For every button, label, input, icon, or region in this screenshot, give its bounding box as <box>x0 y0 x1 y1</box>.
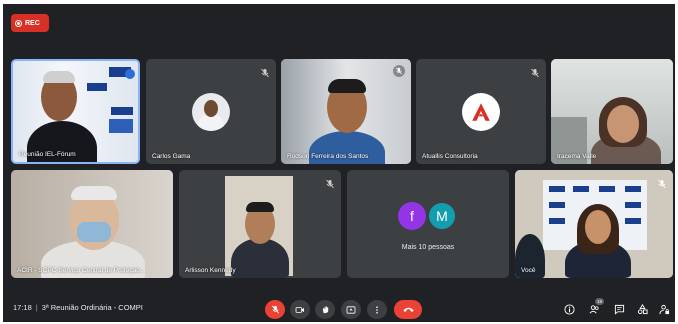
banner-logo <box>111 107 133 115</box>
mic-off-icon <box>271 305 279 314</box>
participant-name: Você <box>521 267 536 274</box>
more-participants-label: Mais 10 pessoas <box>401 244 455 251</box>
meet-window: REC Reunião IEL-Fórum Carlos Gama Rodson… <box>3 4 675 322</box>
camera-icon <box>295 306 304 313</box>
bottom-control-bar: 17:18 | 3ª Reunião Ordinária - COMPI 19 <box>3 297 675 322</box>
participant-tile-iel-forum[interactable]: Reunião IEL-Fórum <box>11 59 140 164</box>
participant-tile-acir[interactable]: ACIR - SCPC-Serviço Central de Proteçao.… <box>11 170 173 278</box>
mic-off-icon <box>260 65 270 78</box>
banner-logo <box>549 202 565 208</box>
more-vert-icon <box>376 305 378 314</box>
participant-hair <box>328 79 366 93</box>
participant-tile-atuallis[interactable]: Atuallis Consultoria <box>416 59 546 164</box>
participant-name: Arlisson Kennedy <box>185 267 236 274</box>
participant-video-body <box>231 238 289 278</box>
avatar-head <box>204 100 218 117</box>
more-options-button[interactable] <box>367 300 387 319</box>
record-icon <box>15 19 22 27</box>
participant-hair <box>71 186 117 200</box>
participant-avatar-m: M <box>428 202 456 230</box>
self-view-tile[interactable]: Você <box>515 170 673 278</box>
banner-logo <box>625 186 641 192</box>
recording-badge[interactable]: REC <box>11 14 49 32</box>
banner-logo <box>87 83 107 91</box>
more-participants-tile[interactable]: f M Mais 10 pessoas <box>347 170 509 278</box>
mic-off-icon <box>325 176 335 189</box>
participant-name: Reunião IEL-Fórum <box>19 151 76 158</box>
participant-video-head <box>585 210 611 244</box>
activities-button[interactable] <box>635 302 649 316</box>
banner-logo <box>549 218 565 224</box>
raise-hand-button[interactable] <box>315 300 335 319</box>
participant-tile-iracema-valle[interactable]: Iracema Valle <box>551 59 673 164</box>
participant-name: Iracema Valle <box>557 153 597 160</box>
present-screen-button[interactable] <box>341 300 361 319</box>
meeting-details: 17:18 | 3ª Reunião Ordinária - COMPI <box>13 303 143 312</box>
lock-person-icon <box>658 304 669 314</box>
banner-logo <box>625 218 641 224</box>
participant-video-head <box>607 105 639 143</box>
mic-off-icon <box>530 65 540 78</box>
avatar-body <box>198 115 224 131</box>
atuallis-logo-icon <box>472 103 490 121</box>
camera-toggle-button[interactable] <box>290 300 310 319</box>
participant-avatar <box>192 93 230 131</box>
mic-off-icon <box>657 176 667 189</box>
participant-count-badge: 19 <box>595 298 604 305</box>
participant-name: Carlos Gama <box>152 153 191 160</box>
meeting-details-button[interactable] <box>562 302 576 316</box>
chat-icon <box>614 304 624 315</box>
present-icon <box>346 305 356 314</box>
mic-off-icon <box>393 65 405 77</box>
meeting-time: 17:18 <box>13 303 32 312</box>
people-icon <box>589 304 599 313</box>
host-controls-button[interactable] <box>657 302 671 316</box>
banner-logo <box>549 186 565 192</box>
hang-up-icon <box>402 307 414 313</box>
leave-call-button[interactable] <box>394 300 422 319</box>
face-mask <box>77 222 111 242</box>
recording-label: REC <box>25 19 40 27</box>
banner-logo <box>125 69 135 79</box>
participant-tile-rodson[interactable]: Rodson Ferreira dos Santos <box>281 59 411 164</box>
participant-name: Rodson Ferreira dos Santos <box>287 153 369 160</box>
video-frame <box>225 176 293 278</box>
participant-name: ACIR - SCPC-Serviço Central de Proteçao.… <box>17 267 146 274</box>
participant-avatar-f: f <box>398 202 426 230</box>
activities-icon <box>637 303 648 314</box>
company-logo <box>462 93 500 131</box>
meeting-title: 3ª Reunião Ordinária - COMPI <box>41 303 143 312</box>
participant-tile-carlos-gama[interactable]: Carlos Gama <box>146 59 276 164</box>
participant-name: Atuallis Consultoria <box>422 153 478 160</box>
hand-icon <box>322 306 328 314</box>
microphone-toggle-button[interactable] <box>265 300 285 319</box>
chat-button[interactable] <box>612 302 626 316</box>
meeting-info-separator: | <box>35 303 38 312</box>
participant-hair <box>43 71 75 83</box>
banner-logo <box>625 202 641 208</box>
participant-tile-arlisson[interactable]: Arlisson Kennedy <box>179 170 341 278</box>
banner-logo <box>573 186 589 192</box>
banner-logo <box>599 186 615 192</box>
participant-hair <box>246 202 274 212</box>
info-icon <box>563 303 575 315</box>
banner-logo <box>109 119 133 133</box>
